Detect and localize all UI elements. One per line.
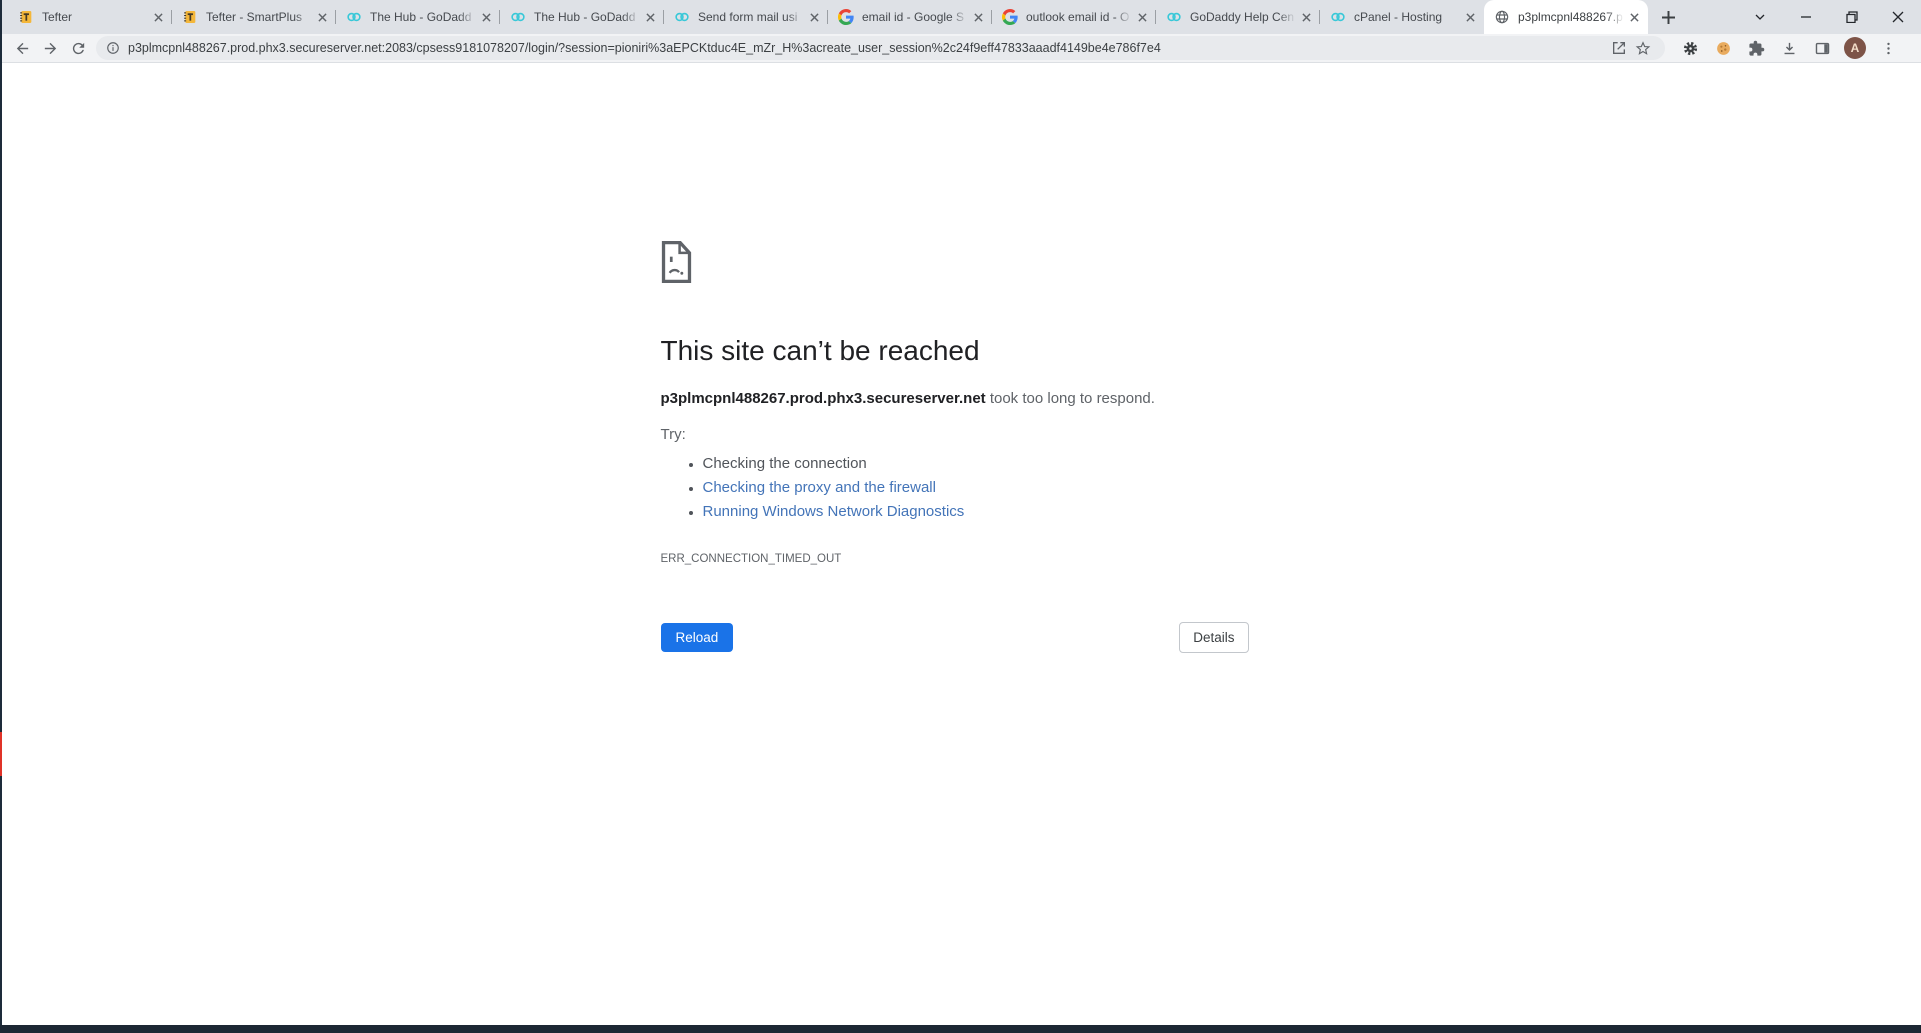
- globe-icon: [1494, 9, 1510, 25]
- tab-title: p3plmcpnl488267.p: [1518, 10, 1626, 24]
- taskbar-edge: [0, 1025, 1921, 1033]
- sad-file-icon: [661, 240, 1261, 284]
- browser-tab[interactable]: Tefter: [8, 0, 172, 34]
- tab-title: Send form mail usi: [698, 10, 806, 24]
- url-text: p3plmcpnl488267.prod.phx3.secureserver.n…: [128, 41, 1607, 55]
- omnibox[interactable]: p3plmcpnl488267.prod.phx3.secureserver.n…: [96, 36, 1665, 60]
- error-code: ERR_CONNECTION_TIMED_OUT: [661, 553, 1261, 565]
- godaddy-icon: [346, 9, 362, 25]
- godaddy-icon: [1166, 9, 1182, 25]
- tab-strip-tabs: Tefter Tefter - SmartPlus The Hub - GoDa…: [8, 0, 1648, 34]
- browser-toolbar: p3plmcpnl488267.prod.phx3.secureserver.n…: [0, 34, 1921, 63]
- error-actions: Reload Details: [661, 622, 1249, 653]
- window-controls: [1737, 0, 1921, 34]
- browser-tab[interactable]: email id - Google S: [828, 0, 992, 34]
- tab-title: Tefter: [42, 10, 150, 24]
- error-column: This site can’t be reached p3plmcpnl4882…: [661, 64, 1261, 653]
- downloads-icon[interactable]: [1778, 37, 1800, 59]
- browser-tab[interactable]: The Hub - GoDadd: [500, 0, 664, 34]
- google-icon: [838, 9, 854, 25]
- tab-search-chevron-icon[interactable]: [1737, 0, 1783, 34]
- tab-title: outlook email id - O: [1026, 10, 1134, 24]
- browser-window: Tefter Tefter - SmartPlus The Hub - GoDa…: [0, 0, 1921, 1033]
- tab-close-icon[interactable]: [1626, 9, 1642, 25]
- suggestion-item: Checking the connection: [703, 452, 1261, 476]
- new-tab-button[interactable]: [1654, 3, 1682, 31]
- browser-tab[interactable]: Send form mail usi: [664, 0, 828, 34]
- try-label: Try:: [661, 426, 1261, 443]
- browser-tab[interactable]: p3plmcpnl488267.p: [1484, 0, 1648, 34]
- cookie-extension-icon[interactable]: [1712, 37, 1734, 59]
- suggestion-text[interactable]: Checking the proxy and the firewall: [703, 479, 936, 496]
- reload-page-button[interactable]: Reload: [661, 623, 734, 652]
- page-content: This site can’t be reached p3plmcpnl4882…: [0, 64, 1921, 1025]
- tefter-icon: [182, 9, 198, 25]
- tab-close-icon[interactable]: [1462, 9, 1478, 25]
- tab-title: email id - Google S: [862, 10, 970, 24]
- tab-close-icon[interactable]: [1134, 9, 1150, 25]
- tab-close-icon[interactable]: [478, 9, 494, 25]
- browser-tab[interactable]: Tefter - SmartPlus: [172, 0, 336, 34]
- share-icon[interactable]: [1607, 36, 1631, 60]
- details-button[interactable]: Details: [1179, 622, 1248, 653]
- tefter-icon: [18, 9, 34, 25]
- minimize-button[interactable]: [1783, 0, 1829, 34]
- close-window-button[interactable]: [1875, 0, 1921, 34]
- tab-close-icon[interactable]: [806, 9, 822, 25]
- browser-tab[interactable]: cPanel - Hosting: [1320, 0, 1484, 34]
- screen-edge-stripe: [0, 0, 2, 1033]
- google-icon: [1002, 9, 1018, 25]
- error-subtitle: p3plmcpnl488267.prod.phx3.secureserver.n…: [661, 390, 1261, 407]
- profile-avatar[interactable]: A: [1844, 37, 1866, 59]
- bookmark-star-icon[interactable]: [1631, 36, 1655, 60]
- tab-title: The Hub - GoDadd: [534, 10, 642, 24]
- back-button[interactable]: [8, 35, 36, 61]
- tab-title: GoDaddy Help Cen: [1190, 10, 1298, 24]
- tab-close-icon[interactable]: [642, 9, 658, 25]
- tab-close-icon[interactable]: [1298, 9, 1314, 25]
- suggestion-text: Checking the connection: [703, 455, 867, 472]
- tab-title: Tefter - SmartPlus: [206, 10, 314, 24]
- toolbar-right-icons: A: [1671, 37, 1913, 59]
- tab-title: The Hub - GoDadd: [370, 10, 478, 24]
- extensions-puzzle-icon[interactable]: [1745, 37, 1767, 59]
- tab-close-icon[interactable]: [150, 9, 166, 25]
- page-info-icon[interactable]: [106, 41, 120, 55]
- reload-button[interactable]: [64, 35, 92, 61]
- side-panel-icon[interactable]: [1811, 37, 1833, 59]
- tab-strip: Tefter Tefter - SmartPlus The Hub - GoDa…: [0, 0, 1921, 34]
- suggestion-list: Checking the connection Checking the pro…: [661, 452, 1261, 524]
- godaddy-icon: [510, 9, 526, 25]
- tab-close-icon[interactable]: [970, 9, 986, 25]
- restore-button[interactable]: [1829, 0, 1875, 34]
- screen-edge-stripe-red: [0, 732, 2, 776]
- godaddy-icon: [674, 9, 690, 25]
- tab-close-icon[interactable]: [314, 9, 330, 25]
- forward-button[interactable]: [36, 35, 64, 61]
- browser-tab[interactable]: GoDaddy Help Cen: [1156, 0, 1320, 34]
- error-domain: p3plmcpnl488267.prod.phx3.secureserver.n…: [661, 390, 986, 407]
- error-message: took too long to respond.: [986, 390, 1155, 407]
- suggestion-item[interactable]: Running Windows Network Diagnostics: [703, 500, 1261, 524]
- browser-tab[interactable]: outlook email id - O: [992, 0, 1156, 34]
- tab-title: cPanel - Hosting: [1354, 10, 1462, 24]
- menu-kebab-icon[interactable]: [1877, 37, 1899, 59]
- suggestion-text[interactable]: Running Windows Network Diagnostics: [703, 503, 965, 520]
- error-title: This site can’t be reached: [661, 335, 1261, 367]
- godaddy-icon: [1330, 9, 1346, 25]
- adblock-extension-icon[interactable]: [1679, 37, 1701, 59]
- browser-tab[interactable]: The Hub - GoDadd: [336, 0, 500, 34]
- suggestion-item[interactable]: Checking the proxy and the firewall: [703, 476, 1261, 500]
